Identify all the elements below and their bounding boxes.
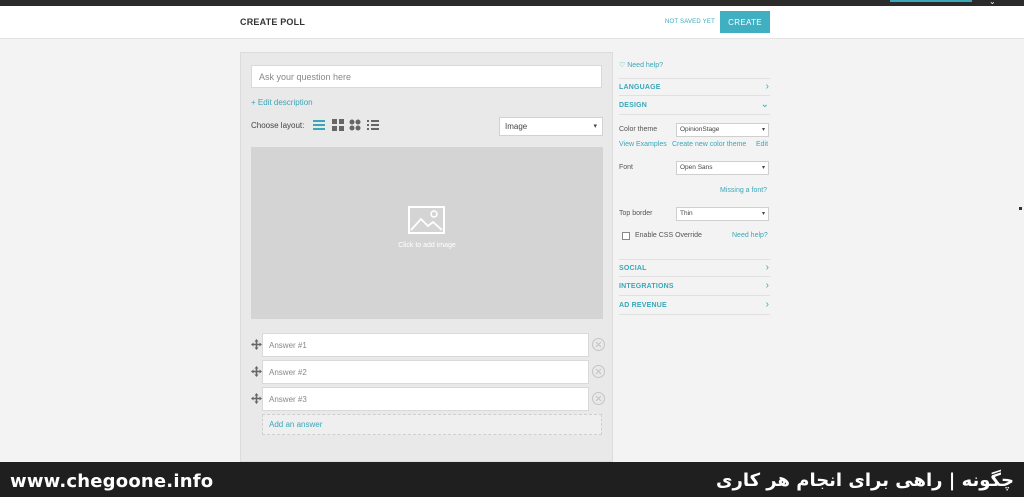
footer-tagline: چگونه | راهی برای انجام هر کاری	[715, 470, 1014, 491]
list-layout-icon[interactable]	[313, 119, 325, 131]
need-help-link[interactable]: ♡ Need help?	[619, 61, 663, 69]
edit-color-theme-link[interactable]: Edit	[756, 141, 768, 148]
font-select[interactable]: Open Sans ▾	[676, 161, 769, 175]
chevron-down-icon: ▾	[761, 127, 765, 133]
header: CREATE POLL NOT SAVED YET CREATE	[0, 6, 1024, 39]
view-examples-link[interactable]: View Examples	[619, 141, 667, 148]
answer-row: Answer #2	[251, 360, 606, 384]
need-help-label: Need help?	[627, 62, 664, 69]
drag-handle-icon[interactable]	[251, 366, 262, 377]
page-title: CREATE POLL	[240, 17, 306, 27]
image-upload-area[interactable]: Click to add image	[251, 147, 603, 319]
section-label: INTEGRATIONS	[619, 283, 674, 290]
chevron-right-icon: ›	[765, 262, 769, 273]
scroll-marker	[1019, 207, 1022, 210]
font-label: Font	[619, 164, 634, 171]
top-strip-button[interactable]	[890, 0, 972, 2]
section-design[interactable]: DESIGN ⌄	[619, 97, 770, 115]
chevron-down-icon: ⌄	[760, 99, 769, 110]
chevron-down-icon: ▾	[761, 211, 765, 217]
top-border-value: Thin	[680, 210, 693, 217]
chevron-right-icon: ›	[765, 299, 769, 310]
section-label: LANGUAGE	[619, 84, 661, 91]
watermark-footer: www.chegoone.info چگونه | راهی برای انجا…	[0, 462, 1024, 497]
drag-handle-icon[interactable]	[251, 339, 262, 350]
missing-font-link[interactable]: Missing a font?	[720, 187, 767, 194]
edit-description-link[interactable]: + Edit description	[251, 98, 313, 107]
answer-input[interactable]: Answer #2	[262, 360, 589, 384]
image-upload-prompt: Click to add image	[398, 242, 456, 249]
section-label: DESIGN	[619, 102, 648, 109]
css-override-checkbox[interactable]	[622, 232, 630, 240]
drag-handle-icon[interactable]	[251, 393, 262, 404]
section-social[interactable]: SOCIAL ›	[619, 259, 770, 277]
chevron-down-icon: ▾	[593, 123, 597, 130]
chevron-down-icon: ▾	[761, 165, 765, 171]
remove-answer-icon[interactable]	[592, 338, 605, 351]
color-theme-label: Color theme	[619, 126, 658, 133]
poll-editor: Ask your question here + Edit descriptio…	[240, 52, 613, 462]
chevron-right-icon: ›	[765, 280, 769, 291]
media-type-value: Image	[505, 122, 528, 131]
section-integrations[interactable]: INTEGRATIONS ›	[619, 278, 770, 296]
lightbulb-icon: ♡	[619, 62, 628, 69]
remove-answer-icon[interactable]	[592, 392, 605, 405]
answer-row: Answer #3	[251, 387, 606, 411]
section-language[interactable]: LANGUAGE ›	[619, 78, 770, 96]
create-button[interactable]: CREATE	[720, 11, 770, 33]
circles-layout-icon[interactable]	[349, 119, 361, 131]
media-type-select[interactable]: Image ▾	[499, 117, 603, 136]
add-answer-button[interactable]: Add an answer	[262, 414, 602, 435]
color-theme-value: OpinionStage	[680, 126, 720, 133]
top-border-select[interactable]: Thin ▾	[676, 207, 769, 221]
grid-layout-icon[interactable]	[332, 119, 344, 131]
color-theme-select[interactable]: OpinionStage ▾	[676, 123, 769, 137]
question-input[interactable]: Ask your question here	[251, 65, 602, 88]
footer-url: www.chegoone.info	[10, 471, 214, 492]
answer-row: Answer #1	[251, 333, 606, 357]
answer-input[interactable]: Answer #1	[262, 333, 589, 357]
font-value: Open Sans	[680, 164, 713, 171]
chevron-right-icon: ›	[765, 81, 769, 92]
section-label: AD REVENUE	[619, 302, 667, 309]
section-label: SOCIAL	[619, 265, 647, 272]
top-border-label: Top border	[619, 210, 653, 217]
remove-answer-icon[interactable]	[592, 365, 605, 378]
bullets-layout-icon[interactable]	[367, 119, 379, 131]
section-ad-revenue[interactable]: AD REVENUE ›	[619, 297, 770, 315]
create-color-theme-link[interactable]: Create new color theme	[672, 141, 746, 148]
css-override-label: Enable CSS Override	[635, 232, 702, 239]
save-status: NOT SAVED YET	[665, 19, 715, 25]
layout-label: Choose layout:	[251, 121, 305, 130]
image-icon	[408, 206, 445, 234]
css-need-help-link[interactable]: Need help?	[732, 232, 768, 239]
answer-input[interactable]: Answer #3	[262, 387, 589, 411]
